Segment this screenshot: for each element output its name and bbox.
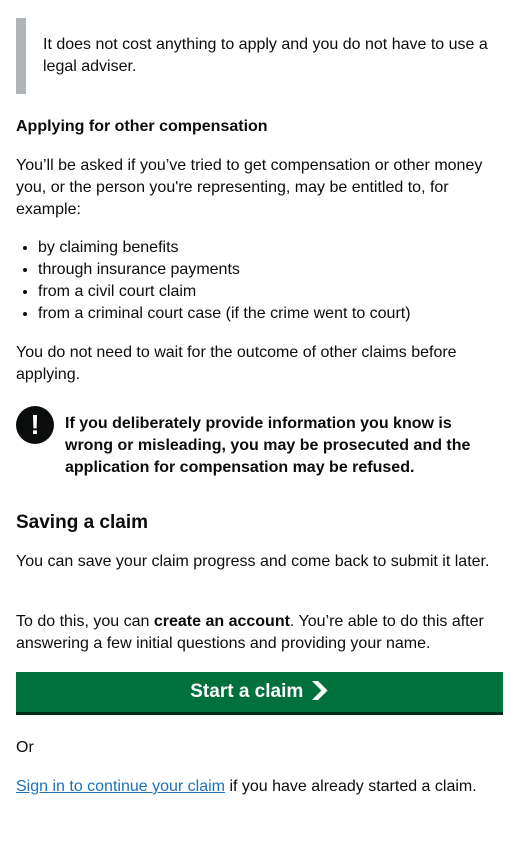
sign-in-link[interactable]: Sign in to continue your claim [16,778,225,795]
list-item: by claiming benefits [38,237,411,259]
inset-text: It does not cost anything to apply and y… [16,18,503,94]
sign-in-suffix: if you have already started a claim. [225,778,477,795]
start-claim-button[interactable]: Start a claim [16,672,503,712]
list-item: from a civil court claim [38,281,411,303]
other-compensation-intro: You’ll be asked if you’ve tried to get c… [16,157,483,218]
chevron-right-icon [312,680,328,700]
or-text: Or [16,739,34,756]
compensation-examples-list: by claiming benefits through insurance p… [16,237,411,325]
start-claim-label: Start a claim [190,681,304,702]
warning-text-block: ! If you deliberately provide informatio… [16,406,504,482]
create-account-prefix: To do this, you can [16,613,154,630]
saving-paragraph: You can save your claim progress and com… [16,553,490,570]
saving-claim-heading: Saving a claim [16,512,149,533]
other-compensation-heading: Applying for other compensation [16,118,268,135]
warning-icon: ! [16,406,54,444]
inset-paragraph: It does not cost anything to apply and y… [43,36,488,75]
sign-in-paragraph: Sign in to continue your claim if you ha… [16,776,504,798]
no-wait-paragraph: You do not need to wait for the outcome … [16,344,457,383]
create-account-bold: create an account [153,613,290,630]
list-item: from a criminal court case (if the crime… [38,303,411,325]
list-item: through insurance payments [38,259,411,281]
warning-message: If you deliberately provide information … [65,415,471,476]
create-account-paragraph: To do this, you can create an account. Y… [16,611,504,655]
